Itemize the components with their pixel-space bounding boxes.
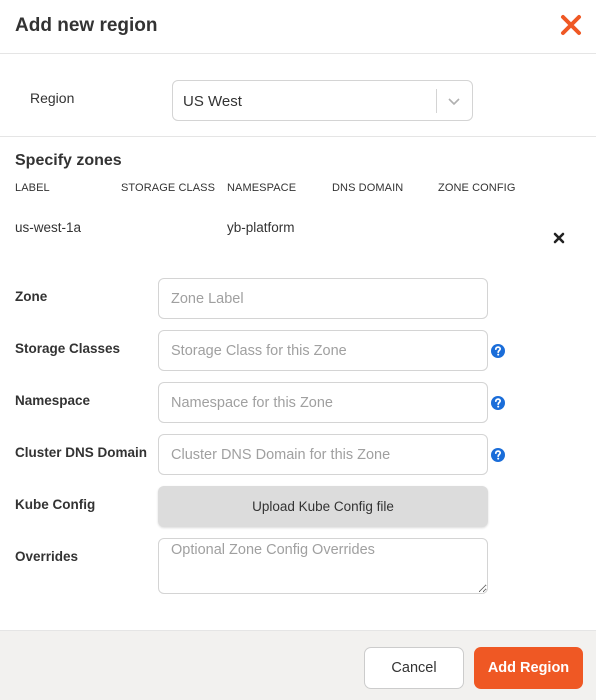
zone-field-label: Zone [15, 289, 48, 304]
column-header-namespace: NAMESPACE [227, 182, 297, 194]
overrides-textarea[interactable] [158, 538, 488, 594]
region-select-value: US West [183, 93, 242, 110]
storage-classes-input[interactable] [158, 330, 488, 371]
kube-config-field-label: Kube Config [15, 497, 96, 512]
close-icon[interactable] [559, 13, 583, 37]
region-row: Region US West [0, 54, 596, 137]
question-circle-icon[interactable] [490, 343, 506, 359]
storage-classes-field-label: Storage Classes [15, 341, 121, 356]
cluster-dns-input[interactable] [158, 434, 488, 475]
column-header-dns-domain: DNS DOMAIN [332, 182, 404, 194]
delete-row-icon[interactable] [552, 231, 566, 245]
question-circle-icon[interactable] [490, 395, 506, 411]
dialog-footer: Cancel Add Region [0, 630, 596, 700]
chevron-down-icon[interactable] [446, 93, 462, 109]
region-label: Region [30, 90, 75, 106]
column-header-storage-class: STORAGE CLASS [121, 182, 216, 194]
namespace-input[interactable] [158, 382, 488, 423]
zones-section-title: Specify zones [15, 152, 122, 169]
zone-namespace-cell: yb-platform [227, 220, 295, 235]
select-separator [436, 89, 437, 113]
zone-input[interactable] [158, 278, 488, 319]
dialog-title: Add new region [15, 15, 158, 36]
add-region-button[interactable]: Add Region [474, 647, 583, 689]
dialog-header: Add new region [0, 0, 596, 54]
column-header-zone-config: ZONE CONFIG [438, 182, 516, 194]
region-select[interactable]: US West [172, 80, 473, 121]
cluster-dns-field-label: Cluster DNS Domain [15, 445, 148, 460]
namespace-field-label: Namespace [15, 393, 91, 408]
question-circle-icon[interactable] [490, 447, 506, 463]
overrides-field-label: Overrides [15, 549, 79, 564]
cancel-button[interactable]: Cancel [364, 647, 464, 689]
zone-label-cell: us-west-1a [15, 220, 82, 235]
upload-kube-config-button[interactable]: Upload Kube Config file [158, 486, 488, 527]
column-header-label: LABEL [15, 182, 50, 194]
